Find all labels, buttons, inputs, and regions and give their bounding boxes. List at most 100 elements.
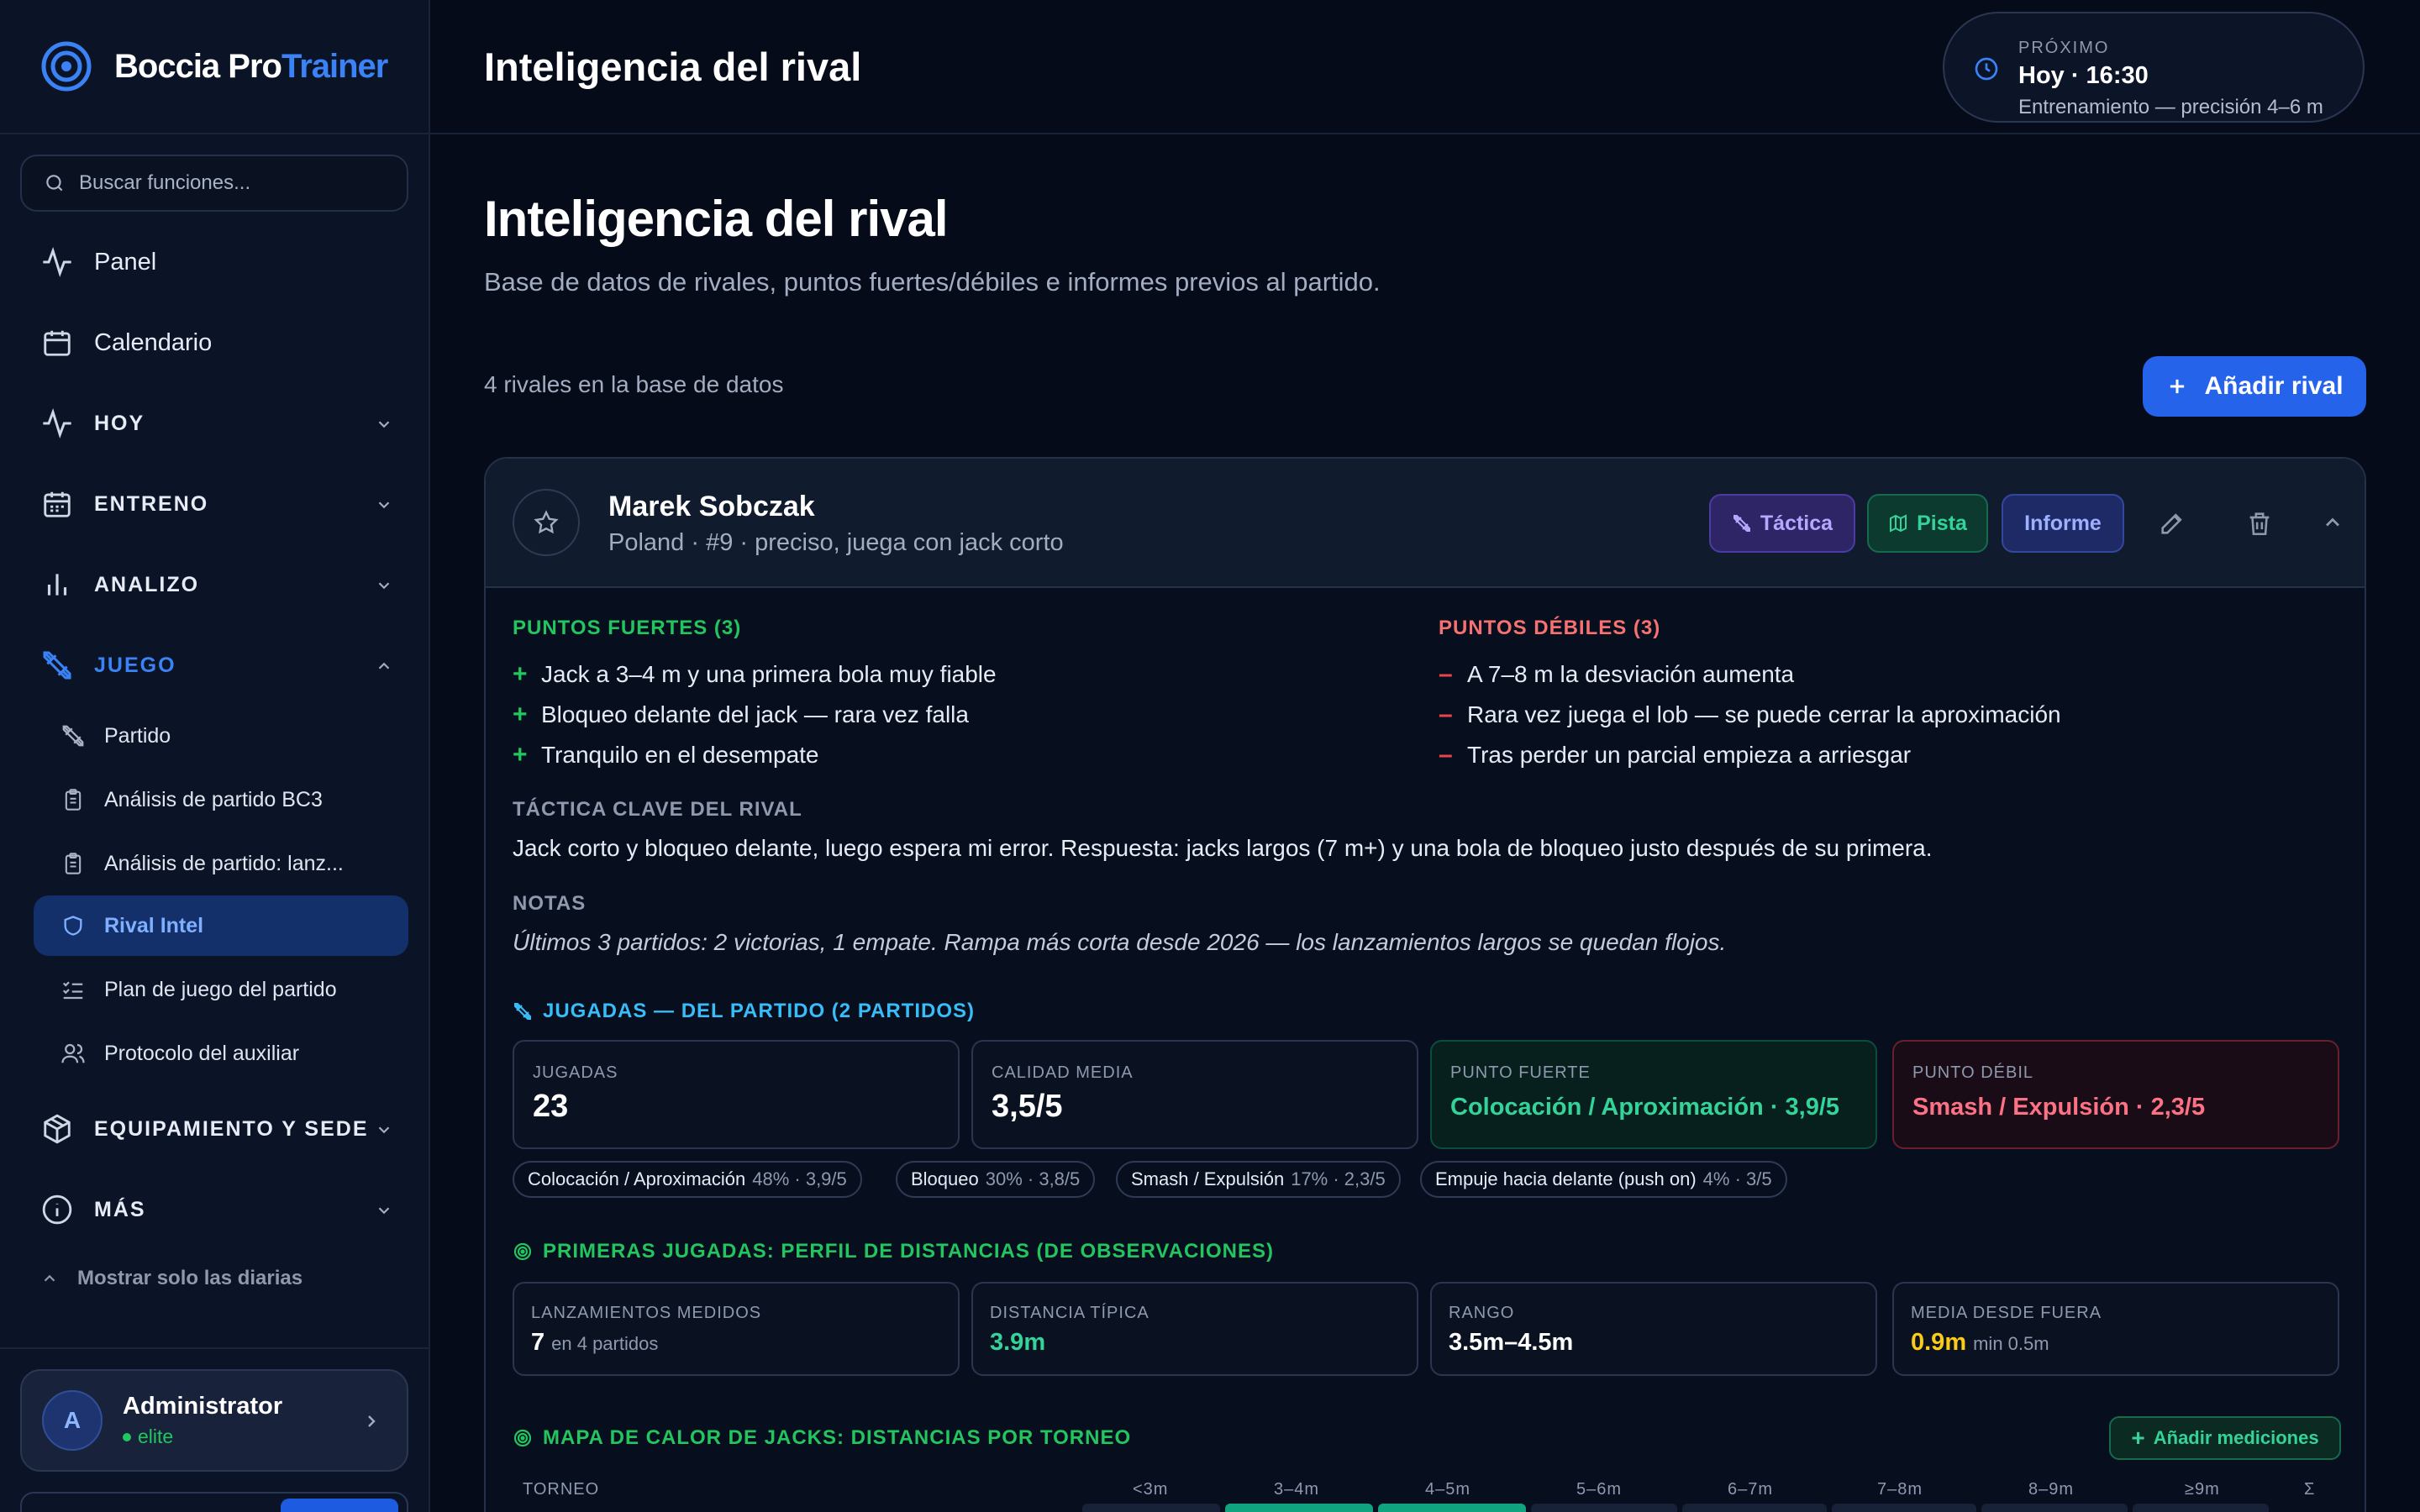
add-measurements-label: Añadir mediciones: [2153, 1427, 2319, 1448]
rival-meta: Poland · #9 · preciso, juega con jack co…: [608, 529, 1064, 556]
search-placeholder: Buscar funciones...: [79, 171, 251, 194]
stat-value: 23: [533, 1089, 569, 1124]
swords-icon: [1733, 515, 1750, 532]
sidebar-item-analisis-lanz[interactable]: Análisis de partido: lanz...: [34, 833, 408, 894]
clipboard-icon: [59, 785, 87, 814]
informe-button[interactable]: Informe: [2002, 494, 2124, 553]
topbar: Inteligencia del rival PRÓXIMO Hoy · 16:…: [430, 0, 2420, 134]
sidebar: Boccia ProTrainer Buscar funciones... Pa…: [0, 0, 430, 1512]
notes-heading: NOTAS: [513, 892, 587, 915]
sidebar-footer-control[interactable]: [20, 1492, 408, 1512]
nav-calendario[interactable]: Calendario: [40, 318, 393, 368]
clipboard-icon: [59, 849, 87, 878]
weakness-item: – Rara vez juega el lob — se puede cerrar…: [1439, 701, 2061, 728]
favorite-button[interactable]: [513, 489, 580, 556]
strengths-heading: PUNTOS FUERTES (3): [513, 617, 742, 639]
nav-group-analizo[interactable]: ANALIZO: [40, 559, 393, 610]
sidebar-footer-button[interactable]: [281, 1499, 398, 1512]
stat-media-fuera: MEDIA DESDE FUERA 0.9m min 0.5m: [1892, 1282, 2339, 1376]
plus-icon: [2170, 379, 2185, 394]
star-icon: [534, 510, 559, 534]
nav-group-equipamiento[interactable]: EQUIPAMIENTO Y SEDE: [40, 1104, 393, 1154]
nav-group-juego[interactable]: JUEGO: [40, 640, 393, 690]
play-type-chip: Empuje hacia delante (push on) 4% · 3/5: [1420, 1161, 1787, 1198]
info-icon: [40, 1193, 74, 1226]
sidebar-item-label: Análisis de partido: lanz...: [104, 851, 344, 875]
collapse-icon[interactable]: [2321, 511, 2344, 534]
app-logo[interactable]: Boccia ProTrainer: [0, 0, 429, 134]
heatmap-col: 6–7m: [1728, 1480, 1774, 1499]
stat-value: Colocación / Aproximación · 3,9/5: [1450, 1094, 1840, 1121]
list-check-icon: [59, 975, 87, 1004]
heatmap-col: ≥9m: [2185, 1480, 2220, 1499]
swords-icon: [514, 1003, 531, 1020]
nav-panel[interactable]: Panel: [40, 237, 393, 287]
stat-key: PUNTO DÉBIL: [1912, 1063, 2033, 1082]
next-event-pill[interactable]: PRÓXIMO Hoy · 16:30 Entrenamiento — prec…: [1943, 12, 2365, 123]
tactica-button[interactable]: Táctica: [1709, 494, 1855, 553]
page-subtitle: Base de datos de rivales, puntos fuertes…: [484, 267, 1381, 297]
stat-punto-fuerte: PUNTO FUERTE Colocación / Aproximación ·…: [1430, 1040, 1877, 1149]
chevron-down-icon: [378, 1126, 390, 1134]
status-dot: [123, 1432, 131, 1441]
show-daily-toggle[interactable]: Mostrar solo las diarias: [40, 1267, 302, 1290]
sidebar-item-plan-juego[interactable]: Plan de juego del partido: [34, 959, 408, 1020]
stat-value: 7 en 4 partidos: [531, 1329, 659, 1356]
calendar-grid-icon: [40, 487, 74, 521]
notes-text: Últimos 3 partidos: 2 victorias, 1 empat…: [513, 929, 1727, 955]
next-description: Entrenamiento — precisión 4–6 m: [2018, 96, 2323, 118]
stat-key: CALIDAD MEDIA: [992, 1063, 1134, 1082]
nav-group-hoy[interactable]: HOY: [40, 398, 393, 449]
strength-item: + Tranquilo en el desempate: [513, 741, 819, 769]
weakness-item: – Tras perder un parcial empieza a arries…: [1439, 741, 1912, 769]
page-title: Inteligencia del rival: [484, 191, 949, 247]
heatmap-cell: [1531, 1504, 1677, 1512]
trash-icon[interactable]: [2245, 509, 2274, 538]
tactica-label: Táctica: [1760, 511, 1833, 535]
heatmap-col: 3–4m: [1274, 1480, 1320, 1499]
sidebar-item-rival-intel[interactable]: Rival Intel: [34, 895, 408, 956]
sidebar-item-partido[interactable]: Partido: [34, 706, 408, 766]
rival-card: Marek Sobczak Poland · #9 · preciso, jue…: [484, 457, 2366, 1512]
play-type-chip: Smash / Expulsión 17% · 2,3/5: [1116, 1161, 1401, 1198]
weakness-item: – A 7–8 m la desviación aumenta: [1439, 660, 1795, 688]
nav-label: JUEGO: [94, 653, 176, 677]
nav-group-mas[interactable]: MÁS: [40, 1184, 393, 1235]
chevron-down-icon: [378, 582, 390, 590]
avatar: A: [42, 1390, 103, 1451]
heatmap-cell: [2133, 1504, 2269, 1512]
heatmap-cell: [1082, 1504, 1220, 1512]
heatmap-col: 8–9m: [2028, 1480, 2075, 1499]
add-rival-button[interactable]: Añadir rival: [2143, 356, 2366, 417]
sidebar-item-protocolo[interactable]: Protocolo del auxiliar: [34, 1023, 408, 1084]
topbar-title: Inteligencia del rival: [484, 45, 862, 89]
stat-value: 0.9m min 0.5m: [1911, 1329, 2049, 1356]
stat-key: DISTANCIA TÍPICA: [990, 1304, 1150, 1322]
play-type-chip: Colocación / Aproximación 48% · 3,9/5: [513, 1161, 862, 1198]
next-time: Hoy · 16:30: [2018, 62, 2149, 89]
nav-group-entreno[interactable]: ENTRENO: [40, 479, 393, 529]
nav-label: EQUIPAMIENTO Y SEDE: [94, 1116, 369, 1141]
heatmap-col-tournament: TORNEO: [523, 1480, 600, 1499]
chevron-down-icon: [378, 421, 390, 428]
stat-value: 3,5/5: [992, 1089, 1063, 1124]
swords-icon: [40, 648, 74, 682]
user-card[interactable]: A Administrator elite: [20, 1369, 408, 1472]
distances-heading: PRIMERAS JUGADAS: PERFIL DE DISTANCIAS (…: [513, 1240, 1274, 1263]
search-input[interactable]: Buscar funciones...: [20, 155, 408, 212]
chevron-right-icon: [368, 1415, 376, 1427]
pista-button[interactable]: Pista: [1867, 494, 1988, 553]
rival-name: Marek Sobczak: [608, 491, 815, 522]
sidebar-item-analisis-bc3[interactable]: Análisis de partido BC3: [34, 769, 408, 830]
stat-value: Smash / Expulsión · 2,3/5: [1912, 1094, 2206, 1121]
heatmap-cell: [1682, 1504, 1827, 1512]
stat-lanzamientos: LANZAMIENTOS MEDIDOS 7 en 4 partidos: [513, 1282, 960, 1376]
rival-card-header: Marek Sobczak Poland · #9 · preciso, jue…: [486, 459, 2365, 588]
shield-icon: [59, 911, 87, 940]
heatmap-col: 5–6m: [1576, 1480, 1623, 1499]
pista-label: Pista: [1917, 511, 1967, 535]
add-measurements-button[interactable]: + Añadir mediciones: [2109, 1416, 2341, 1460]
edit-icon[interactable]: [2158, 509, 2186, 538]
stat-value: 3.9m: [990, 1329, 1046, 1356]
plus-icon: +: [2131, 1425, 2145, 1451]
